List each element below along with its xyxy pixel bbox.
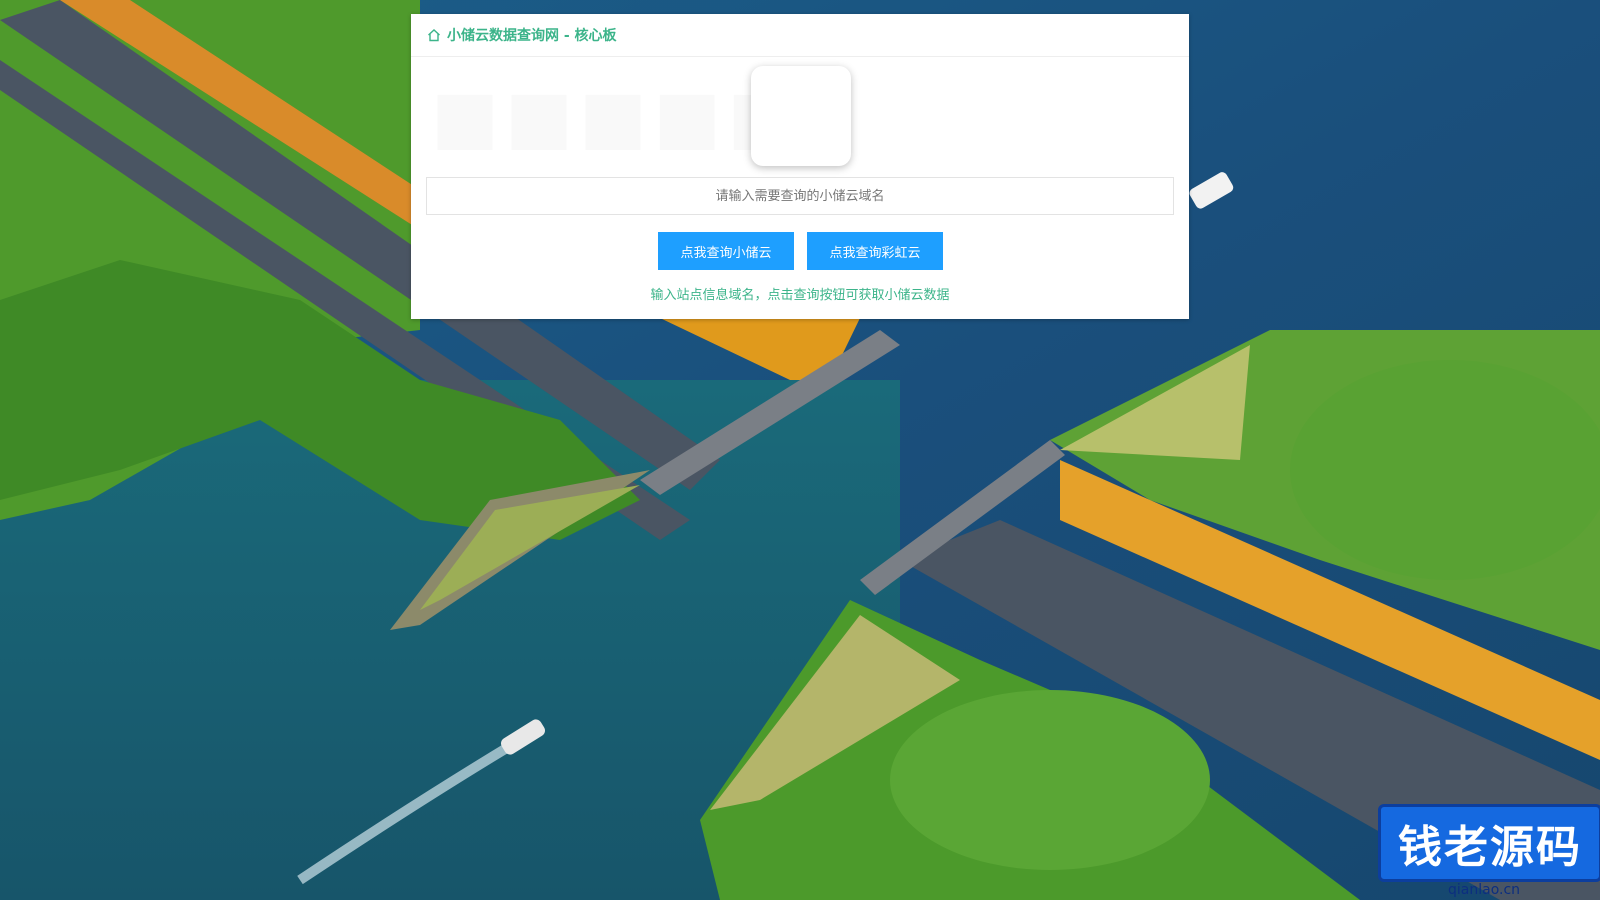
- query-caihongyun-button[interactable]: 点我查询彩虹云: [807, 232, 943, 270]
- query-xiaochuyun-button[interactable]: 点我查询小储云: [658, 232, 794, 270]
- background-watermark: ■■■■■: [431, 74, 801, 158]
- panel-header: 小储云数据查询网 - 核心板: [411, 14, 1189, 57]
- watermark-domain: qianlao.cn: [1448, 882, 1521, 898]
- site-logo: [751, 66, 851, 166]
- panel-title: 小储云数据查询网 - 核心板: [447, 28, 617, 44]
- corner-watermark: 钱老源码 qianlao.cn: [1378, 804, 1600, 900]
- watermark-logo: 钱老源码: [1378, 804, 1600, 882]
- home-icon[interactable]: [427, 28, 441, 42]
- hint-text: 输入站点信息域名，点击查询按钮可获取小储云数据: [650, 288, 950, 303]
- query-panel: 小储云数据查询网 - 核心板 ■■■■■ 点我查询小储云 点我查询彩虹云 输入站…: [411, 14, 1189, 319]
- domain-search-input[interactable]: [426, 177, 1174, 215]
